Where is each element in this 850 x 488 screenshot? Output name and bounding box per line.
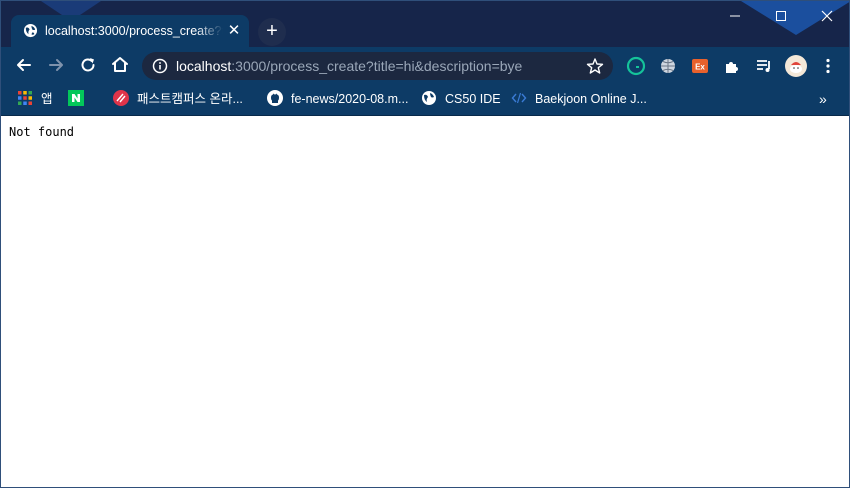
page-body-text: Not found bbox=[9, 125, 75, 139]
globe-icon bbox=[422, 91, 436, 105]
minimize-icon bbox=[730, 15, 740, 17]
github-icon bbox=[267, 90, 283, 106]
bookmark-label: 패스트캠퍼스 온라... bbox=[137, 92, 243, 106]
ex-icon[interactable]: Ex bbox=[690, 56, 710, 76]
bookmarks-overflow-button[interactable]: » bbox=[819, 90, 827, 108]
forward-icon[interactable] bbox=[43, 52, 69, 78]
bookmark-cs50[interactable]: CS50 IDE bbox=[421, 90, 501, 108]
bookmarks-bar: 앱 패스트캠퍼스 온라... fe-news/2020-08.m... CS50… bbox=[1, 84, 849, 116]
tab-title: localhost:3000/process_create?title=hi&d… bbox=[45, 24, 223, 38]
bookmark-naver[interactable] bbox=[68, 90, 92, 108]
star-icon[interactable] bbox=[586, 57, 604, 75]
window-close-button[interactable] bbox=[804, 7, 849, 27]
bookmark-label: fe-news/2020-08.m... bbox=[291, 92, 409, 106]
page-content: Not found bbox=[1, 116, 849, 487]
minimize-button[interactable] bbox=[712, 7, 758, 27]
close-icon bbox=[821, 10, 833, 22]
grammarly-icon[interactable] bbox=[626, 56, 646, 76]
maximize-icon bbox=[776, 11, 786, 21]
back-icon[interactable] bbox=[11, 52, 37, 78]
translate-icon[interactable] bbox=[658, 56, 678, 76]
bookmark-apps[interactable]: 앱 bbox=[17, 90, 53, 108]
info-icon[interactable] bbox=[152, 58, 168, 74]
bookmark-label: 앱 bbox=[41, 92, 53, 106]
url-text[interactable]: localhost:3000/process_create?title=hi&d… bbox=[176, 58, 522, 74]
active-tab[interactable]: localhost:3000/process_create?title=hi&d… bbox=[11, 15, 249, 47]
home-icon[interactable] bbox=[107, 52, 133, 78]
naver-icon bbox=[68, 90, 84, 106]
menu-icon[interactable] bbox=[818, 56, 838, 76]
apps-grid-icon bbox=[18, 91, 32, 105]
bookmark-label: CS50 IDE bbox=[445, 92, 501, 106]
fastcampus-icon bbox=[113, 90, 129, 106]
bookmark-label: Baekjoon Online J... bbox=[535, 92, 647, 106]
code-icon bbox=[511, 92, 527, 104]
browser-window: localhost:3000/process_create?title=hi&d… bbox=[0, 0, 850, 488]
media-icon[interactable] bbox=[754, 56, 774, 76]
url-host: localhost bbox=[176, 58, 232, 74]
bookmark-fe-news[interactable]: fe-news/2020-08.m... bbox=[267, 90, 408, 108]
bookmark-baekjoon[interactable]: Baekjoon Online J... bbox=[511, 90, 647, 108]
ex-icon-label: Ex bbox=[695, 63, 705, 72]
bookmark-fastcampus[interactable]: 패스트캠퍼스 온라... bbox=[113, 90, 243, 108]
close-icon[interactable]: ✕ bbox=[226, 23, 242, 39]
profile-avatar[interactable] bbox=[785, 55, 807, 77]
new-tab-button[interactable]: + bbox=[258, 18, 286, 46]
url-path: :3000/process_create?title=hi&descriptio… bbox=[231, 58, 523, 74]
address-bar[interactable]: localhost:3000/process_create?title=hi&d… bbox=[142, 52, 613, 80]
globe-icon bbox=[23, 23, 38, 38]
maximize-button[interactable] bbox=[758, 7, 804, 27]
tab-strip: localhost:3000/process_create?title=hi&d… bbox=[1, 1, 849, 47]
reload-icon[interactable] bbox=[75, 52, 101, 78]
navigation-toolbar: localhost:3000/process_create?title=hi&d… bbox=[1, 47, 849, 84]
extensions-icon[interactable] bbox=[722, 56, 742, 76]
